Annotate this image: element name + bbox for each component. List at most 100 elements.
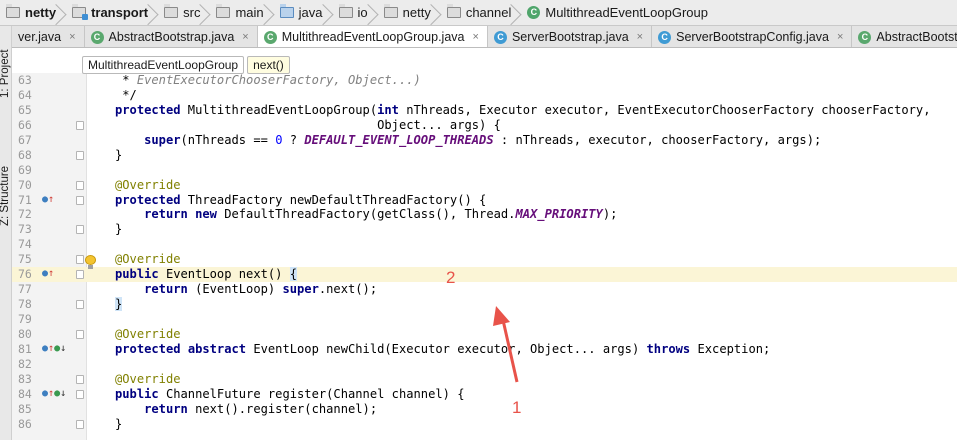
line-number: 82 xyxy=(18,356,32,371)
tab-label: ver.java xyxy=(18,30,62,44)
code-text: @Override xyxy=(115,371,181,386)
fold-marker-icon[interactable] xyxy=(76,255,84,265)
editor-tab-bar: ver.java × C AbstractBootstrap.java × C Multit… xyxy=(12,26,957,48)
tab-label: ServerBootstrapConfig.java xyxy=(676,30,829,44)
editor-tab[interactable]: C MultithreadEventLoopGroup.java × xyxy=(257,26,488,47)
abstract-class-icon: C xyxy=(527,6,541,19)
folder-icon xyxy=(216,4,231,18)
close-tab-icon[interactable]: × xyxy=(837,31,843,43)
code-line[interactable]: 73} xyxy=(12,222,957,237)
implemented-marker-icon[interactable]: ●↑●↓ xyxy=(42,342,82,357)
fold-marker-icon[interactable] xyxy=(76,419,84,429)
code-line[interactable]: 65 protected MultithreadEventLoopGroup(in… xyxy=(12,103,957,118)
code-line[interactable]: 66 Object... args) { xyxy=(12,118,957,133)
code-line[interactable]: 84 ●↑●↓ public ChannelFuture register(Chan… xyxy=(12,387,957,402)
fold-marker-icon[interactable] xyxy=(76,180,84,190)
code-line[interactable]: 63 * EventExecutorChooserFactory, Object… xyxy=(12,73,957,88)
fold-marker-icon[interactable] xyxy=(76,329,84,339)
line-number: 86 xyxy=(18,416,32,431)
module-folder-icon xyxy=(72,4,89,20)
close-tab-icon[interactable]: × xyxy=(69,31,75,43)
code-text: } xyxy=(115,416,123,431)
code-line[interactable]: 79 xyxy=(12,312,957,327)
line-number: 72 xyxy=(18,207,32,222)
fold-marker-icon[interactable] xyxy=(76,225,84,235)
line-number: 71 xyxy=(18,192,32,207)
code-text: @Override xyxy=(115,252,181,267)
fold-marker-icon[interactable] xyxy=(76,374,84,384)
line-number: 78 xyxy=(18,297,32,312)
code-text: @Override xyxy=(115,326,181,341)
project-tool-window-button[interactable]: 1: Project xyxy=(0,49,11,98)
code-line[interactable]: 67 super(nThreads == 0 ? DEFAULT_EVENT_L… xyxy=(12,133,957,148)
code-line[interactable]: 76 ●↑ public EventLoop next() { xyxy=(12,267,957,283)
fold-marker-icon[interactable] xyxy=(76,270,84,280)
line-number: 73 xyxy=(18,222,32,237)
breadcrumb-separator xyxy=(370,0,380,25)
breadcrumb-separator xyxy=(325,0,335,25)
line-number: 67 xyxy=(18,132,32,147)
breadcrumb-separator xyxy=(202,0,212,25)
code-line[interactable]: 74 xyxy=(12,237,957,252)
code-line[interactable]: 71 ●↑ protected ThreadFactory newDefaultTh… xyxy=(12,193,957,208)
method-context-chip[interactable]: next() xyxy=(247,56,290,74)
close-tab-icon[interactable]: × xyxy=(473,31,479,43)
code-line[interactable]: 77 return (EventLoop) super.next(); xyxy=(12,282,957,297)
breadcrumb-label: MultithreadEventLoopGroup xyxy=(545,5,708,20)
code-line[interactable]: 78} xyxy=(12,297,957,312)
annotation-label-2: 2 xyxy=(446,268,456,287)
close-tab-icon[interactable]: × xyxy=(637,31,643,43)
source-folder-icon xyxy=(279,4,294,18)
breadcrumb-separator xyxy=(433,0,443,25)
code-text: public ChannelFuture register(Channel ch… xyxy=(115,386,465,401)
code-line[interactable]: 80 @Override xyxy=(12,327,957,342)
breadcrumb-separator xyxy=(58,0,68,25)
breadcrumb-separator xyxy=(513,0,523,25)
code-editor[interactable]: 63 * EventExecutorChooserFactory, Object… xyxy=(12,73,957,432)
code-line[interactable]: 75 @Override xyxy=(12,252,957,267)
fold-marker-icon[interactable] xyxy=(76,389,84,399)
fold-marker-icon[interactable] xyxy=(76,195,84,205)
line-number: 80 xyxy=(18,326,32,341)
editor-tab[interactable]: C ServerBootstrap.java × xyxy=(488,26,653,47)
intention-lightbulb-icon[interactable] xyxy=(85,255,96,269)
annotation-label-1: 1 xyxy=(512,398,522,417)
editor-tab[interactable]: C AbstractBootstrap xyxy=(852,26,957,47)
code-text: protected ThreadFactory newDefaultThread… xyxy=(115,192,487,207)
fold-marker-icon[interactable] xyxy=(76,150,84,160)
line-number: 74 xyxy=(18,237,32,252)
line-number: 69 xyxy=(18,162,32,177)
code-line[interactable]: 70 @Override xyxy=(12,178,957,193)
structure-tool-window-button[interactable]: Z: Structure xyxy=(0,166,11,226)
line-number: 85 xyxy=(18,401,32,416)
code-line[interactable]: 82 xyxy=(12,357,957,372)
code-line[interactable]: 86} xyxy=(12,417,957,432)
breadcrumb-item[interactable]: C MultithreadEventLoopGroup xyxy=(523,0,710,25)
folder-icon xyxy=(446,4,461,18)
code-line[interactable]: 85 return next().register(channel); xyxy=(12,402,957,417)
line-number: 65 xyxy=(18,102,32,117)
code-line[interactable]: 72 return new DefaultThreadFactory(getCl… xyxy=(12,207,957,222)
abstract-class-icon: C xyxy=(263,30,277,44)
editor-tab[interactable]: ver.java × xyxy=(12,26,85,47)
fold-marker-icon[interactable] xyxy=(76,120,84,130)
code-line[interactable]: 68} xyxy=(12,148,957,163)
close-tab-icon[interactable]: × xyxy=(242,31,248,43)
editor-tab[interactable]: C ServerBootstrapConfig.java × xyxy=(652,26,853,47)
line-number: 63 xyxy=(18,73,32,87)
folder-icon xyxy=(164,4,179,18)
code-line[interactable]: 83 @Override xyxy=(12,372,957,387)
tab-label: MultithreadEventLoopGroup.java xyxy=(281,30,465,44)
code-text: * EventExecutorChooserFactory, Object...… xyxy=(115,73,421,87)
line-number: 66 xyxy=(18,117,32,132)
code-line[interactable]: 64 */ xyxy=(12,88,957,103)
editor-tab[interactable]: C AbstractBootstrap.java × xyxy=(85,26,258,47)
fold-marker-icon[interactable] xyxy=(76,300,84,310)
code-line[interactable]: 69 xyxy=(12,163,957,178)
line-number: 68 xyxy=(18,147,32,162)
code-line[interactable]: 81 ●↑●↓ protected abstract EventLoop newCh… xyxy=(12,342,957,357)
code-text: public EventLoop next() { xyxy=(115,267,298,282)
code-text: protected MultithreadEventLoopGroup(int … xyxy=(115,102,931,117)
class-context-chip[interactable]: MultithreadEventLoopGroup xyxy=(82,56,245,74)
folder-icon xyxy=(383,4,398,18)
